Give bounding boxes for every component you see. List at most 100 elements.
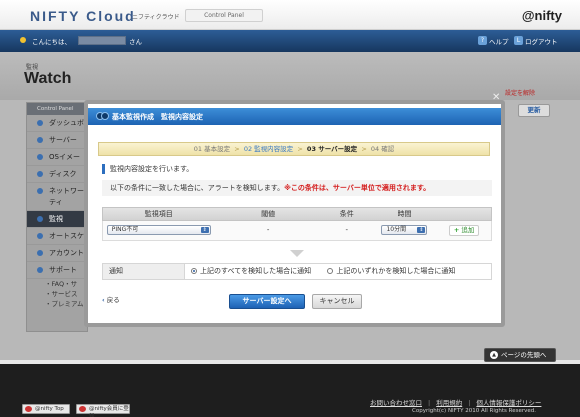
contact-link[interactable]: お問い合わせ窓口 (370, 399, 422, 407)
plus-icon: + (453, 225, 460, 234)
help-icon[interactable]: ? (478, 36, 487, 45)
threshold-value: - (266, 226, 270, 234)
notify-row: 通知 上記のすべてを検知した場合に通知 上記のいずれかを検知した場合に通知 (102, 263, 492, 280)
sidebar-item-support[interactable]: サポート (27, 262, 87, 279)
header-action (437, 208, 491, 220)
step-4: 04 確認 (370, 145, 395, 153)
sidebar-header: Control Panel (27, 103, 87, 115)
header-condition: 条件 (339, 210, 354, 218)
nifty-icon (25, 406, 32, 412)
back-link[interactable]: ‹ 戻る (102, 294, 120, 304)
nifty-logo[interactable]: @nifty (522, 8, 562, 23)
brand-subtitle: ニフティクラウド (132, 14, 180, 21)
sidebar-item-label: ネットワー (49, 187, 84, 195)
condition-value: - (345, 226, 349, 234)
sidebar-item-account[interactable]: アカウント (27, 245, 87, 262)
step-3: 03 サーバー設定 (306, 145, 358, 153)
page-title: Watch (24, 70, 72, 87)
notify-all-label[interactable]: 上記のすべてを検知した場合に通知 (200, 267, 311, 275)
cancel-button[interactable]: キャンセル (312, 294, 362, 309)
control-panel-label: Control Panel (185, 9, 263, 22)
section-label: 監視内容設定を行います。 (102, 164, 193, 174)
add-button[interactable]: + 追加 (449, 224, 480, 236)
table-row: PING不可 ⇕ - - 10分間 ⇕ + 追加 (102, 221, 492, 241)
brand-logo[interactable]: NIFTY Cloud (30, 8, 136, 24)
notify-options: 上記のすべてを検知した場合に通知 上記のいずれかを検知した場合に通知 (185, 264, 455, 279)
arrow-down-icon (290, 250, 304, 257)
chevron-right-icon: > (295, 145, 305, 153)
sidebar-item-label-2: ティ (49, 198, 63, 206)
chevron-right-icon: > (232, 145, 242, 153)
dialog-header: 基本監視作成 監視内容設定 (88, 108, 501, 125)
sidebar-sub-faq[interactable]: ・FAQ・サ (27, 279, 87, 289)
notify-any-label[interactable]: 上記のいずれかを検知した場合に通知 (336, 267, 455, 275)
account-icon (37, 250, 43, 256)
step-indicator: 01 基本設定 > 02 監視内容設定 > 03 サーバー設定 > 04 確認 (98, 142, 490, 156)
select-arrow-icon: ⇕ (417, 227, 426, 233)
sidebar-item-autoscale[interactable]: オートスケ (27, 228, 87, 245)
watch-item-select[interactable]: PING不可 ⇕ (106, 225, 211, 235)
logout-link[interactable]: ログアウト (525, 36, 558, 46)
notify-all-radio[interactable] (191, 268, 197, 274)
header-watch-item: 監視項目 (144, 210, 173, 218)
refresh-button[interactable]: 更新 (518, 104, 550, 117)
condition-notice: 以下の条件に一致した場合に、アラートを検知します。※この条件は、サーバー単位で適… (102, 180, 492, 196)
sidebar-item-label: ダッシュボ (49, 119, 84, 127)
sidebar-item-label: サポート (49, 266, 77, 274)
chevron-right-icon: > (359, 145, 369, 153)
help-link[interactable]: ヘルプ (489, 36, 509, 46)
sidebar-sub-service[interactable]: ・サービス (27, 289, 87, 299)
time-cell: 10分間 ⇕ (372, 221, 438, 240)
member-register-link[interactable]: @nifty会員に登録 (76, 404, 130, 417)
dashboard-icon (37, 120, 43, 126)
disk-icon (37, 171, 43, 177)
notify-label: 通知 (103, 264, 185, 279)
sidebar-item-watch[interactable]: 監視 (27, 211, 87, 228)
watch-item-cell: PING不可 ⇕ (103, 221, 214, 240)
step-1: 01 基本設定 (193, 145, 231, 153)
terms-link[interactable]: 利用規約 (436, 399, 462, 407)
network-icon (37, 188, 43, 194)
greeting-text: こんにちは、 (32, 38, 71, 46)
sidebar-item-label: OSイメー (49, 153, 80, 161)
sidebar-item-label: ディスク (49, 170, 77, 178)
table-header: 監視項目 閾値 条件 時間 (102, 207, 492, 221)
sidebar-sub-premium[interactable]: ・プレミアム (27, 299, 87, 309)
sidebar-item-disk[interactable]: ディスク (27, 166, 87, 183)
sidebar-item-label: サーバー (49, 136, 77, 144)
arrow-up-icon: ▲ (490, 351, 498, 359)
action-cell: + 追加 (437, 221, 491, 240)
logout-icon[interactable]: L (514, 36, 523, 45)
autoscale-icon (37, 233, 43, 239)
binoculars-icon (96, 112, 109, 121)
watch-icon (37, 216, 43, 222)
sidebar-item-label: オートスケ (49, 232, 84, 240)
top-header: NIFTY Cloud ニフティクラウド Control Panel @nift… (0, 0, 580, 30)
step-2: 02 監視内容設定 (243, 145, 294, 153)
next-server-settings-button[interactable]: サーバー設定へ (229, 294, 305, 309)
unset-setting-link[interactable]: 設定を解除 (505, 88, 535, 97)
watch-create-dialog: 基本監視作成 監視内容設定 01 基本設定 > 02 監視内容設定 > 03 サ… (84, 100, 505, 327)
user-icon (20, 37, 26, 43)
select-arrow-icon: ⇕ (200, 227, 209, 233)
time-select[interactable]: 10分間 ⇕ (381, 225, 428, 235)
username-redacted (78, 36, 126, 45)
condition-text: 以下の条件に一致した場合に、アラートを検知します。 (110, 184, 285, 192)
sidebar-item-os-image[interactable]: OSイメー (27, 149, 87, 166)
header-threshold: 閾値 (261, 210, 276, 218)
copyright: Copyright(c) NIFTY 2010 All Rights Reser… (412, 408, 536, 414)
sidebar-item-dashboard[interactable]: ダッシュボ (27, 115, 87, 132)
divider: | (428, 399, 431, 407)
server-icon (37, 137, 43, 143)
nifty-icon (79, 406, 86, 412)
chevron-left-icon: ‹ (102, 296, 105, 304)
sidebar-item-server[interactable]: サーバー (27, 132, 87, 149)
privacy-link[interactable]: 個人情報保護ポリシー (476, 399, 541, 407)
divider: | (468, 399, 471, 407)
user-bar: こんにちは、 さん ? ヘルプ L ログアウト (0, 30, 580, 52)
nifty-top-link[interactable]: @nifty Top (22, 404, 70, 414)
notify-any-radio[interactable] (327, 268, 334, 274)
sidebar-item-network[interactable]: ネットワー ティ (27, 183, 87, 211)
sidebar-item-label: 監視 (49, 215, 63, 223)
sidebar-item-label: アカウント (49, 249, 84, 257)
